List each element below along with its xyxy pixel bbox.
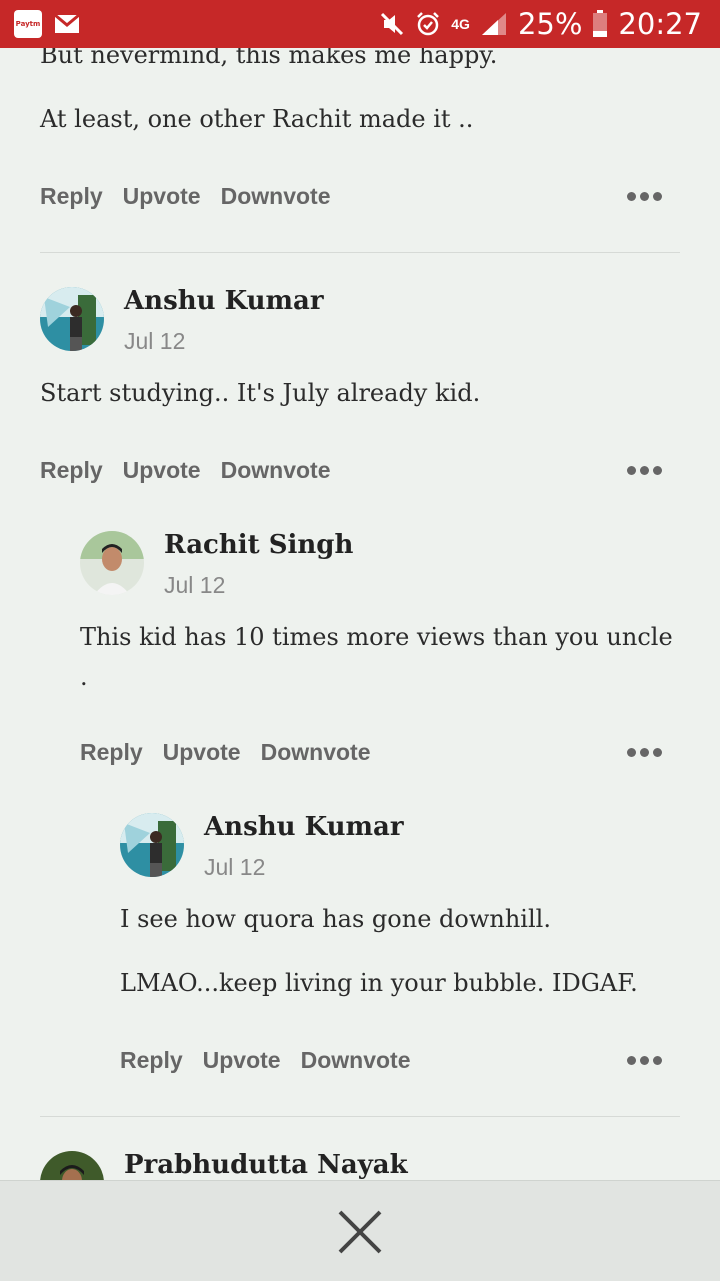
reply-button[interactable]: Reply xyxy=(120,1047,183,1074)
comment-date: Jul 12 xyxy=(124,328,186,354)
mute-icon xyxy=(381,12,404,36)
reply-button[interactable]: Reply xyxy=(80,739,143,766)
upvote-button[interactable]: Upvote xyxy=(123,457,201,484)
bottom-bar xyxy=(0,1180,720,1281)
reply-button[interactable]: Reply xyxy=(40,183,103,210)
comment-text: Start studying.. It's July already kid. xyxy=(40,379,481,407)
avatar[interactable] xyxy=(40,1151,104,1180)
comment-text: . xyxy=(80,663,88,691)
clock: 20:27 xyxy=(618,7,702,41)
author-name[interactable]: Anshu Kumar xyxy=(124,286,324,316)
gmail-icon xyxy=(54,13,80,33)
avatar[interactable] xyxy=(80,531,144,595)
network-type: 4G xyxy=(451,16,470,32)
author-name[interactable]: Rachit Singh xyxy=(164,530,353,560)
upvote-button[interactable]: Upvote xyxy=(123,183,201,210)
author-name[interactable]: Anshu Kumar xyxy=(204,812,404,842)
comment-text: At least, one other Rachit made it .. xyxy=(40,105,474,133)
more-options-icon[interactable] xyxy=(627,466,662,475)
downvote-button[interactable]: Downvote xyxy=(221,457,331,484)
avatar[interactable] xyxy=(40,287,104,351)
upvote-button[interactable]: Upvote xyxy=(163,739,241,766)
comment-text: I see how quora has gone downhill. xyxy=(120,905,551,933)
comment-actions: Reply Upvote Downvote xyxy=(40,183,330,210)
reply-button[interactable]: Reply xyxy=(40,457,103,484)
signal-icon xyxy=(481,13,506,35)
downvote-button[interactable]: Downvote xyxy=(301,1047,411,1074)
more-options-icon[interactable] xyxy=(627,1056,662,1065)
comment-actions: Reply Upvote Downvote xyxy=(40,457,330,484)
downvote-button[interactable]: Downvote xyxy=(261,739,371,766)
author-name[interactable]: Prabhudutta Nayak xyxy=(124,1150,408,1180)
comment-text: This kid has 10 times more views than yo… xyxy=(80,623,673,651)
more-options-icon[interactable] xyxy=(627,192,662,201)
downvote-button[interactable]: Downvote xyxy=(221,183,331,210)
divider xyxy=(40,252,680,253)
more-options-icon[interactable] xyxy=(627,748,662,757)
status-bar: Paytm 4G 25% 20:27 xyxy=(0,0,720,48)
comment-actions: Reply Upvote Downvote xyxy=(120,1047,410,1074)
battery-icon xyxy=(593,10,608,37)
comment-text: LMAO...keep living in your bubble. IDGAF… xyxy=(120,969,638,997)
comment-actions: Reply Upvote Downvote xyxy=(80,739,370,766)
divider xyxy=(40,1116,680,1117)
battery-percent: 25% xyxy=(517,7,583,41)
paytm-icon: Paytm xyxy=(14,10,42,38)
alarm-icon xyxy=(417,12,440,36)
comment-date: Jul 12 xyxy=(164,572,226,598)
close-icon[interactable] xyxy=(335,1207,385,1257)
comment-date: Jul 12 xyxy=(204,854,266,880)
upvote-button[interactable]: Upvote xyxy=(203,1047,281,1074)
comments-view: But nevermind, this makes me happy. At l… xyxy=(0,0,720,1180)
avatar[interactable] xyxy=(120,813,184,877)
